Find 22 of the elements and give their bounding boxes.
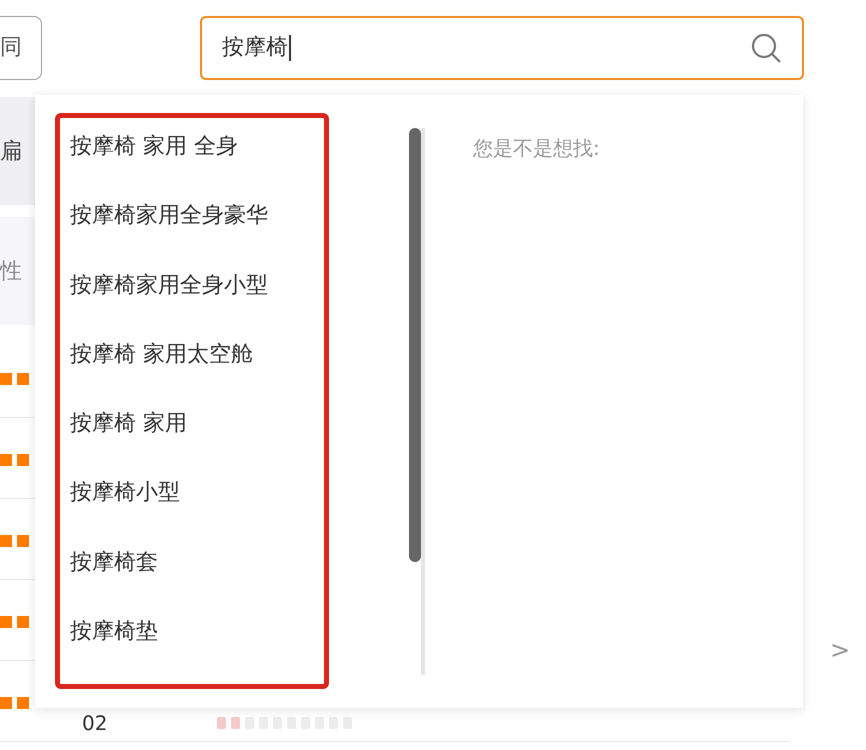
marker-icon	[0, 535, 30, 547]
suggestion-item[interactable]: 按摩椅 家用	[70, 407, 324, 476]
marker-icon	[0, 373, 30, 385]
search-field[interactable]: 按摩椅	[200, 16, 804, 80]
suggestion-item[interactable]: 按摩椅家用全身豪华	[70, 199, 324, 268]
marker-icon	[0, 454, 30, 466]
suggestion-item[interactable]: 按摩椅 家用太空舱	[70, 338, 324, 407]
suggestion-item[interactable]: 按摩椅 家用 全身	[70, 130, 324, 200]
scrollbar-thumb[interactable]	[409, 128, 421, 562]
suggestion-item[interactable]: 按摩椅小型	[70, 476, 324, 546]
search-icon[interactable]	[750, 32, 782, 64]
suggestion-item[interactable]: 按摩椅垫	[70, 614, 324, 684]
row-number: 02	[82, 710, 108, 737]
hint-text: 您是不是想找:	[473, 135, 600, 162]
search-text: 按摩椅	[222, 34, 288, 62]
filter-button[interactable]: 同	[0, 16, 42, 80]
bars-icon	[217, 717, 354, 729]
filter-label: 扁	[0, 138, 22, 166]
suggestion-item[interactable]: 按摩椅家用全身小型	[70, 268, 324, 338]
marker-icon	[0, 616, 30, 628]
marker-icon	[0, 697, 30, 709]
suggestion-item[interactable]: 按摩椅套	[70, 546, 324, 615]
